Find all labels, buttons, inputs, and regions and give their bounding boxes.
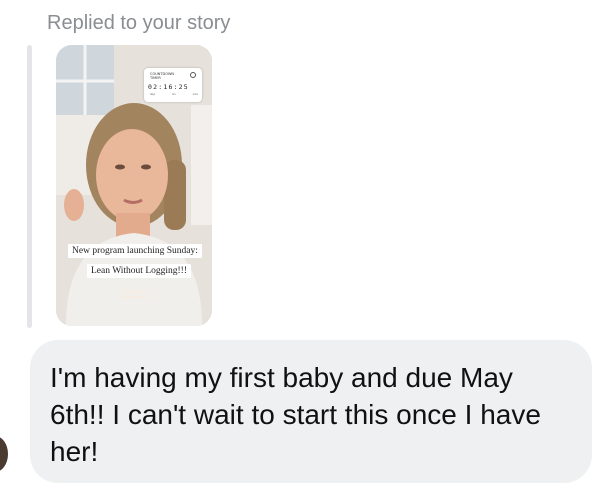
timer-title: COUNTDOWN TIMER <box>150 72 175 80</box>
message-text: I'm having my first baby and due May 6th… <box>50 362 541 467</box>
countdown-timer-card: COUNTDOWN TIMER 02:16:25 days hrs mins <box>144 68 202 102</box>
timer-unit-days: days <box>150 93 156 96</box>
timer-unit-hours: hrs <box>172 93 176 96</box>
timer-units: days hrs mins <box>150 93 198 96</box>
avatar[interactable] <box>0 436 8 472</box>
story-caption-small: My special announcement <box>118 289 150 299</box>
reply-label: Replied to your story <box>47 12 231 34</box>
timer-icon <box>190 72 196 78</box>
timer-unit-minutes: mins <box>192 93 198 96</box>
story-caption-line1: New program launching Sunday: <box>68 244 202 258</box>
timer-digits: 02:16:25 <box>148 83 189 91</box>
story-preview[interactable]: COUNTDOWN TIMER 02:16:25 days hrs mins N… <box>56 45 212 326</box>
story-caption-line2: Lean Without Logging!!! <box>87 264 192 278</box>
story-quote-bar <box>27 45 32 328</box>
